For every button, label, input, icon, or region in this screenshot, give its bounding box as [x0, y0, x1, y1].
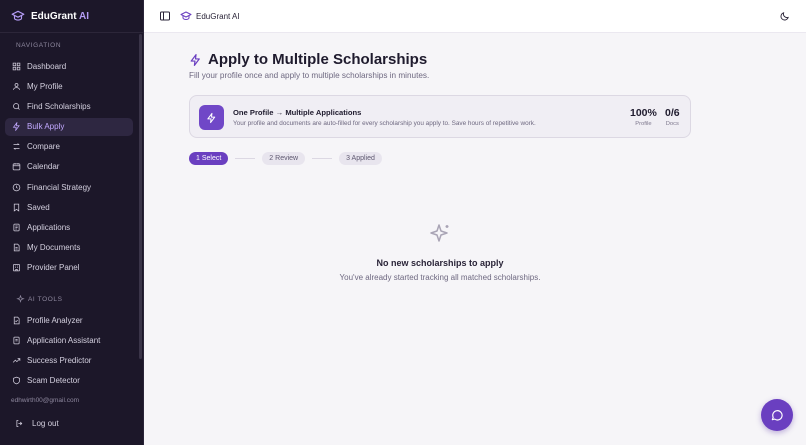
lightning-icon [199, 105, 224, 130]
sidebar-item-label: Application Assistant [27, 335, 101, 345]
sidebar-item-my-documents[interactable]: My Documents [5, 239, 133, 257]
bookmark-icon [11, 202, 21, 212]
ai-tools-nav: Profile Analyzer Application Assistant S… [5, 311, 133, 392]
sparkles-icon [428, 222, 452, 246]
assistant-icon [11, 335, 21, 345]
top-bar: EduGrant AI [144, 0, 806, 33]
document-icon [11, 223, 21, 233]
sidebar-nav: Dashboard My Profile Find Scholarships B… [5, 57, 133, 279]
sidebar-item-label: Scam Detector [27, 376, 80, 386]
page-title: Apply to Multiple Scholarships [189, 51, 427, 68]
sidebar-item-label: Compare [27, 142, 60, 152]
step-connector [235, 158, 256, 159]
shield-icon [11, 376, 21, 386]
grid-icon [11, 61, 21, 71]
sidebar-item-calendar[interactable]: Calendar [5, 158, 133, 176]
ai-tools-icon [16, 295, 25, 304]
ai-tools-section: AI TOOLS [16, 295, 63, 304]
graduation-cap-icon [180, 10, 192, 22]
sidebar-item-label: My Documents [27, 243, 81, 253]
step-review[interactable]: 2 Review [262, 152, 306, 165]
empty-state-description: You've already started tracking all matc… [339, 273, 541, 282]
sidebar: EduGrant AI NAVIGATION Dashboard My Prof… [0, 0, 144, 445]
sidebar-item-find-scholarships[interactable]: Find Scholarships [5, 97, 133, 115]
profile-stat: 100% Profile [630, 107, 657, 127]
empty-state: No new scholarships to apply You've alre… [144, 222, 736, 282]
page-title-text: Apply to Multiple Scholarships [208, 51, 428, 68]
page-subtitle: Fill your profile once and apply to mult… [189, 71, 430, 80]
ai-tools-label: AI TOOLS [28, 296, 63, 303]
sidebar-item-saved[interactable]: Saved [5, 198, 133, 216]
sidebar-item-label: Dashboard [27, 61, 67, 71]
sidebar-item-provider-panel[interactable]: Provider Panel [5, 259, 133, 277]
sidebar-item-label: Calendar [27, 162, 60, 172]
sidebar-item-scam-detector[interactable]: Scam Detector [5, 372, 133, 390]
docs-stat-label: Docs [665, 121, 679, 127]
brand-name: EduGrant [31, 10, 77, 22]
sidebar-item-label: Bulk Apply [27, 122, 65, 132]
sidebar-item-applications[interactable]: Applications [5, 219, 133, 237]
compare-icon [11, 142, 21, 152]
graduation-cap-icon [11, 9, 25, 23]
info-description: Your profile and documents are auto-fill… [233, 120, 536, 127]
info-card: One Profile → Multiple Applications Your… [189, 95, 691, 138]
top-brand[interactable]: EduGrant AI [180, 10, 240, 22]
profile-analyzer-icon [11, 315, 21, 325]
sidebar-scrollbar[interactable] [139, 34, 142, 359]
empty-state-title: No new scholarships to apply [376, 258, 504, 268]
sidebar-item-compare[interactable]: Compare [5, 138, 133, 156]
docs-stat: 0/6 Docs [665, 107, 680, 127]
step-connector [312, 158, 333, 159]
clock-icon [11, 182, 21, 192]
sidebar-item-profile-analyzer[interactable]: Profile Analyzer [5, 311, 133, 329]
logout-label: Log out [32, 419, 59, 428]
nav-section-label: NAVIGATION [16, 42, 62, 49]
trend-icon [11, 355, 21, 365]
sparkle-icon [11, 122, 21, 132]
lightning-icon [190, 53, 200, 66]
search-icon [11, 101, 21, 111]
brand-ai: AI [78, 10, 89, 22]
stepper: 1 Select 2 Review 3 Applied [189, 152, 382, 165]
docs-stat-value: 0/6 [665, 107, 680, 119]
sidebar-item-label: Saved [27, 202, 50, 212]
sidebar-item-bulk-apply[interactable]: Bulk Apply [5, 117, 133, 136]
profile-stat-value: 100% [630, 107, 657, 119]
sidebar-item-application-assistant[interactable]: Application Assistant [5, 331, 133, 349]
profile-stat-label: Profile [635, 121, 652, 127]
sidebar-item-dashboard[interactable]: Dashboard [5, 57, 133, 75]
logout-button[interactable]: Log out [15, 419, 59, 428]
info-title: One Profile → Multiple Applications [233, 108, 362, 117]
sidebar-item-label: My Profile [27, 81, 63, 91]
sidebar-item-label: Provider Panel [27, 263, 80, 273]
top-brand-name: EduGrant AI [196, 11, 240, 21]
building-icon [11, 263, 21, 273]
calendar-icon [11, 162, 21, 172]
file-icon [11, 243, 21, 253]
logout-icon [16, 420, 23, 427]
user-icon [11, 81, 21, 91]
step-select[interactable]: 1 Select [189, 152, 229, 165]
chat-icon [771, 410, 783, 421]
sidebar-item-my-profile[interactable]: My Profile [5, 77, 133, 95]
sidebar-item-label: Applications [27, 223, 71, 232]
step-applied[interactable]: 3 Applied [339, 152, 382, 165]
chat-button[interactable] [761, 399, 793, 431]
sidebar-item-success-predictor[interactable]: Success Predictor [5, 351, 133, 369]
sidebar-item-label: Financial Strategy [27, 182, 92, 192]
sidebar-brand[interactable]: EduGrant AI [0, 0, 143, 33]
user-email: edhwirth00@gmail.com [11, 397, 80, 404]
sidebar-item-label: Find Scholarships [27, 101, 91, 111]
sidebar-item-label: Profile Analyzer [27, 315, 83, 325]
moon-icon[interactable] [779, 11, 790, 22]
sidebar-toggle-icon[interactable] [159, 10, 171, 22]
main-content: Apply to Multiple Scholarships Fill your… [144, 34, 806, 445]
sidebar-item-label: Success Predictor [27, 355, 92, 365]
sidebar-item-financial-strategy[interactable]: Financial Strategy [5, 178, 133, 196]
